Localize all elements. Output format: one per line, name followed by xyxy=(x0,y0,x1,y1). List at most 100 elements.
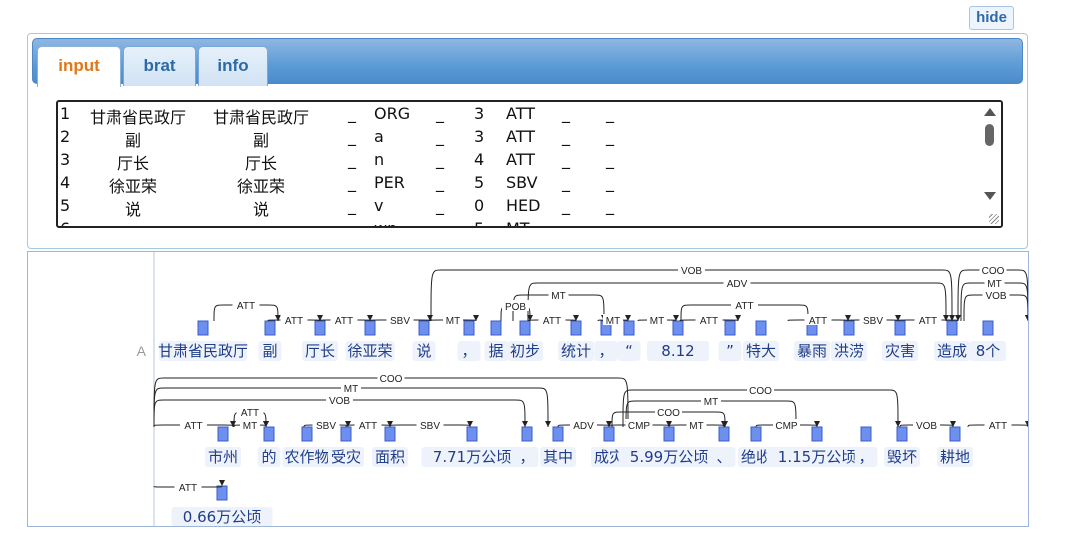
conll-text: 1 甘肃省民政厅 甘肃省民政厅 _ ORG _ 3 ATT _ _ 2 副副 _ a _ 3 ATT _ _ 3 厅长厅… xyxy=(58,102,979,226)
token-node xyxy=(623,320,635,336)
conll-cell: _ xyxy=(562,127,570,146)
arc-label: POB xyxy=(505,302,526,313)
token-word: 、 xyxy=(716,448,731,466)
scroll-up-icon[interactable] xyxy=(984,108,996,116)
conll-cell: ATT xyxy=(506,127,535,146)
arc-label: VOB xyxy=(681,266,702,277)
arc-label: COO xyxy=(982,266,1005,277)
token-word: ， xyxy=(519,448,534,466)
tab-bar: input brat info xyxy=(32,38,1023,87)
token-node xyxy=(340,426,352,442)
conll-cell: _ xyxy=(436,150,444,169)
conll-cell: _ xyxy=(436,127,444,146)
token-node xyxy=(301,426,313,442)
conll-cell: _ xyxy=(606,219,614,226)
token-word: 特大 xyxy=(746,342,776,360)
token-node xyxy=(750,426,762,442)
arc-label: ATT xyxy=(285,316,303,327)
token-word: 8个 xyxy=(976,342,1001,360)
token-word: ， xyxy=(461,342,476,360)
conll-cell: 6 xyxy=(60,219,70,226)
conll-cell: 5 xyxy=(474,173,485,192)
tab-brat[interactable]: brat xyxy=(123,46,196,86)
token-node xyxy=(672,320,684,336)
conll-cell: _ xyxy=(562,173,570,192)
arc-label: MT xyxy=(243,421,257,432)
arc-arrowhead xyxy=(522,421,528,427)
conll-cell: wp xyxy=(374,219,397,226)
conll-cell: 1 xyxy=(60,104,71,123)
token-node xyxy=(217,426,229,442)
arc-label: MT xyxy=(344,384,358,395)
conll-cell: _ xyxy=(348,150,356,169)
token-node xyxy=(570,320,582,336)
conll-cell: _ xyxy=(436,219,444,226)
token-word: 暴雨 xyxy=(797,342,827,360)
arc-arrowhead xyxy=(467,421,473,427)
conll-cell: _ xyxy=(562,150,570,169)
token-node xyxy=(982,320,994,336)
conll-cell: _ xyxy=(436,196,444,215)
token-node xyxy=(724,320,736,336)
token-node xyxy=(860,426,872,442)
arc-label: ATT xyxy=(919,316,937,327)
hide-button[interactable]: hide xyxy=(969,6,1014,30)
token-word: 7.71万公顷 xyxy=(433,448,511,466)
arc-label: ADV xyxy=(573,421,594,432)
token-node xyxy=(843,320,855,336)
conll-cell: 厅长 xyxy=(245,154,278,173)
textarea-scrollbar[interactable] xyxy=(979,102,1001,226)
token-node xyxy=(603,426,615,442)
conll-cell: _ xyxy=(348,104,356,123)
token-word: 的 xyxy=(261,448,276,466)
token-word: 灾害 xyxy=(885,342,915,360)
conll-textarea[interactable]: 1 甘肃省民政厅 甘肃省民政厅 _ ORG _ 3 ATT _ _ 2 副副 _ a _ 3 ATT _ _ 3 厅长厅… xyxy=(56,100,1003,228)
arc-arrowhead xyxy=(545,421,551,427)
token-word: ” xyxy=(726,342,734,360)
token-word: 徐亚荣 xyxy=(347,342,392,360)
arc-label: ATT xyxy=(359,421,377,432)
token-node xyxy=(896,426,908,442)
arc-label: VOB xyxy=(329,396,350,407)
conll-cell: _ xyxy=(348,196,356,215)
arc-label: ATT xyxy=(241,408,259,419)
conll-cell: MT xyxy=(506,219,530,226)
token-node xyxy=(949,426,961,442)
arc-label: SBV xyxy=(863,316,883,327)
conll-cell: 5 xyxy=(60,196,71,215)
token-node xyxy=(946,320,958,336)
arc-label: SBV xyxy=(420,421,440,432)
arc-arrowhead xyxy=(814,421,820,427)
conll-cell: a xyxy=(374,127,384,146)
conll-cell: _ xyxy=(606,196,614,215)
token-word: 说 xyxy=(416,342,431,360)
tab-info[interactable]: info xyxy=(198,46,268,86)
token-word: 统计 xyxy=(561,342,591,360)
tab-input[interactable]: input xyxy=(37,46,121,87)
token-word: 5.99万公顷 xyxy=(630,448,708,466)
scroll-thumb[interactable] xyxy=(985,124,994,146)
arc-label: CMP xyxy=(628,421,651,432)
arc-label: ATT xyxy=(700,316,718,327)
token-node xyxy=(463,320,475,336)
scroll-down-icon[interactable] xyxy=(984,192,996,200)
token-node xyxy=(755,320,767,336)
token-word: 造成 xyxy=(937,342,967,360)
conll-cell: _ xyxy=(348,219,356,226)
arc-label: MT xyxy=(650,316,664,327)
conll-cell: HED xyxy=(506,196,541,215)
token-word: ， xyxy=(598,342,613,360)
arc-label: MT xyxy=(551,291,565,302)
token-word: 据 xyxy=(488,342,503,360)
token-word: 1.15万公顷 xyxy=(778,448,856,466)
conll-cell: 3 xyxy=(60,150,71,169)
conll-cell: 说 xyxy=(125,200,142,219)
resize-grip-icon[interactable] xyxy=(989,214,999,224)
conll-cell: _ xyxy=(348,127,356,146)
input-panel: input brat info 1 甘肃省民政厅 甘肃省民政厅 _ ORG _ 3 ATT _ _… xyxy=(27,33,1028,249)
token-node xyxy=(521,426,533,442)
token-node xyxy=(264,320,276,336)
conll-cell: _ xyxy=(436,104,444,123)
arc-label: ATT xyxy=(809,316,827,327)
token-node xyxy=(466,426,478,442)
